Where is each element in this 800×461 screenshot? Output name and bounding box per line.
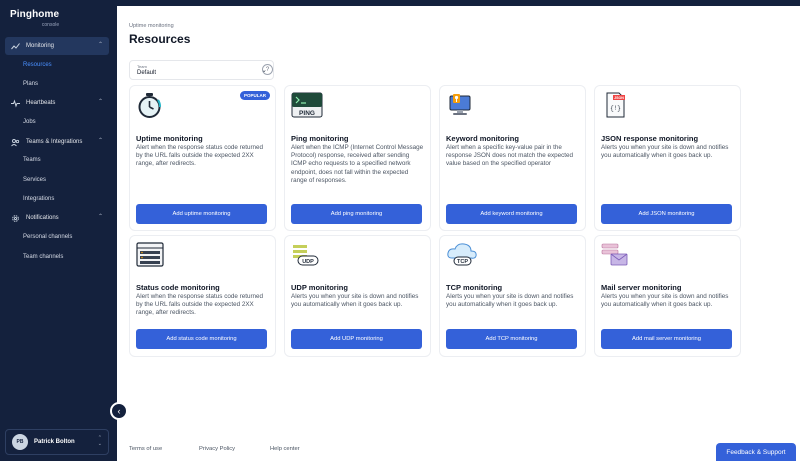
sidebar-group-label: Notifications — [26, 215, 59, 221]
chevron-up-icon: ⌃ — [97, 99, 103, 105]
brand-name: Pinghome — [10, 9, 60, 20]
add-uptime-monitoring-button[interactable]: Add uptime monitoring — [136, 204, 267, 224]
json-icon-text: JSON — [614, 96, 624, 100]
card-keyword-monitoring: Keyword monitoring Alert when a specific… — [439, 85, 586, 231]
card-json-response-monitoring: JSON {!} JSON response monitoring Alerts… — [594, 85, 741, 231]
user-name: Patrick Bolton — [34, 439, 75, 445]
card-description: Alert when a specific key-value pair in … — [446, 144, 574, 168]
sidebar-group-monitoring[interactable]: Monitoring ⌃ — [5, 37, 109, 55]
mail-server-icon — [601, 242, 629, 268]
sidebar-item-personal-channels[interactable]: Personal channels — [23, 234, 72, 240]
user-menu[interactable]: PB Patrick Bolton ⌃ ⌄ — [5, 429, 109, 455]
brand-logo[interactable]: Pinghome console — [10, 9, 60, 28]
chevron-updown-icon: ⌃ ⌄ — [97, 435, 102, 447]
add-status-code-monitoring-button[interactable]: Add status code monitoring — [136, 329, 267, 349]
feedback-support-button[interactable]: Feedback & Support — [716, 443, 796, 461]
popular-badge: POPULAR — [239, 91, 270, 100]
card-description: Alerts you when your site is down and no… — [601, 293, 729, 309]
add-mail-server-monitoring-button[interactable]: Add mail server monitoring — [601, 329, 732, 349]
sidebar-group-label: Monitoring — [26, 43, 55, 49]
card-title: UDP monitoring — [291, 283, 348, 292]
card-udp-monitoring: UDP UDP monitoring Alerts you when your … — [284, 235, 431, 357]
card-ping-monitoring: PING Ping monitoring Alert when the ICMP… — [284, 85, 431, 231]
card-description: Alerts you when your site is down and no… — [291, 293, 419, 309]
help-icon[interactable]: ? — [262, 64, 273, 75]
sidebar-group-label: Teams & Integrations — [26, 139, 83, 145]
sidebar-item-services[interactable]: Services — [23, 177, 46, 183]
ping-terminal-icon: PING — [291, 92, 323, 118]
privacy-policy-link[interactable]: Privacy Policy — [199, 446, 235, 452]
sidebar-item-teams[interactable]: Teams — [23, 157, 41, 163]
sidebar-group-heartbeats[interactable]: Heartbeats ⌃ — [5, 94, 109, 112]
add-ping-monitoring-button[interactable]: Add ping monitoring — [291, 204, 422, 224]
heartbeat-icon — [11, 98, 20, 108]
team-select[interactable]: Team Default ⌄ — [129, 60, 274, 80]
add-json-monitoring-button[interactable]: Add JSON monitoring — [601, 204, 732, 224]
add-udp-monitoring-button[interactable]: Add UDP monitoring — [291, 329, 422, 349]
card-title: Ping monitoring — [291, 134, 349, 143]
udp-icon-text: UDP — [302, 259, 314, 265]
chevron-up-icon: ⌃ — [97, 138, 103, 144]
svg-text:{!}: {!} — [610, 105, 621, 112]
brand-subtitle: console — [41, 22, 60, 28]
sidebar-item-resources[interactable]: Resources — [23, 62, 52, 68]
main-area: Uptime monitoring Resources Team Default… — [117, 0, 800, 461]
card-title: Mail server monitoring — [601, 283, 682, 292]
card-uptime-monitoring: POPULAR Uptime monitoring Alert when the… — [129, 85, 276, 231]
stopwatch-icon — [136, 92, 164, 118]
tcp-cloud-icon: TCP — [446, 242, 477, 268]
sidebar-item-team-channels[interactable]: Team channels — [23, 254, 63, 260]
card-description: Alert when the ICMP (Internet Control Me… — [291, 144, 424, 184]
team-icon — [11, 138, 20, 147]
card-title: Status code monitoring — [136, 283, 220, 292]
content-panel: Uptime monitoring Resources Team Default… — [117, 6, 800, 461]
help-center-link[interactable]: Help center — [270, 446, 300, 452]
breadcrumb[interactable]: Uptime monitoring — [129, 23, 174, 29]
card-mail-server-monitoring: Mail server monitoring Alerts you when y… — [594, 235, 741, 357]
chart-icon — [11, 42, 20, 51]
chevron-left-icon: ‹ — [117, 406, 121, 416]
ping-icon-text: PING — [299, 110, 315, 117]
team-select-value: Default — [137, 70, 157, 76]
sidebar: Pinghome console Monitoring ⌃ Resources … — [0, 0, 117, 461]
team-select-label: Team — [137, 64, 147, 69]
page-title: Resources — [129, 32, 191, 46]
sidebar-group-label: Heartbeats — [26, 100, 56, 106]
gear-icon — [11, 214, 20, 223]
tcp-icon-text: TCP — [457, 259, 468, 265]
chevron-up-icon: ⌃ — [97, 214, 103, 220]
avatar: PB — [12, 434, 28, 450]
card-description: Alert when the response status code retu… — [136, 144, 264, 168]
card-title: Keyword monitoring — [446, 134, 519, 143]
keyword-monitor-icon — [446, 92, 474, 118]
card-tcp-monitoring: TCP TCP monitoring Alerts you when your … — [439, 235, 586, 357]
sidebar-group-notifications[interactable]: Notifications ⌃ — [5, 209, 109, 227]
card-title: JSON response monitoring — [601, 134, 699, 143]
sidebar-item-plans[interactable]: Plans — [23, 81, 38, 87]
card-title: TCP monitoring — [446, 283, 503, 292]
card-title: Uptime monitoring — [136, 134, 203, 143]
card-description: Alerts you when your site is down and no… — [601, 144, 729, 160]
card-description: Alert when the response status code retu… — [136, 293, 264, 317]
collapse-sidebar-button[interactable]: ‹ — [110, 402, 128, 420]
sidebar-item-integrations[interactable]: Integrations — [23, 196, 54, 202]
card-description: Alerts you when your site is down and no… — [446, 293, 574, 309]
json-file-icon: JSON {!} — [601, 92, 629, 118]
sidebar-group-teams-integrations[interactable]: Teams & Integrations ⌃ — [5, 133, 109, 151]
add-tcp-monitoring-button[interactable]: Add TCP monitoring — [446, 329, 577, 349]
server-window-icon — [136, 242, 164, 268]
add-keyword-monitoring-button[interactable]: Add keyword monitoring — [446, 204, 577, 224]
udp-server-icon: UDP — [291, 242, 319, 268]
card-status-code-monitoring: Status code monitoring Alert when the re… — [129, 235, 276, 357]
sidebar-item-jobs[interactable]: Jobs — [23, 119, 36, 125]
chevron-up-icon: ⌃ — [97, 42, 103, 48]
terms-of-use-link[interactable]: Terms of use — [129, 446, 162, 452]
